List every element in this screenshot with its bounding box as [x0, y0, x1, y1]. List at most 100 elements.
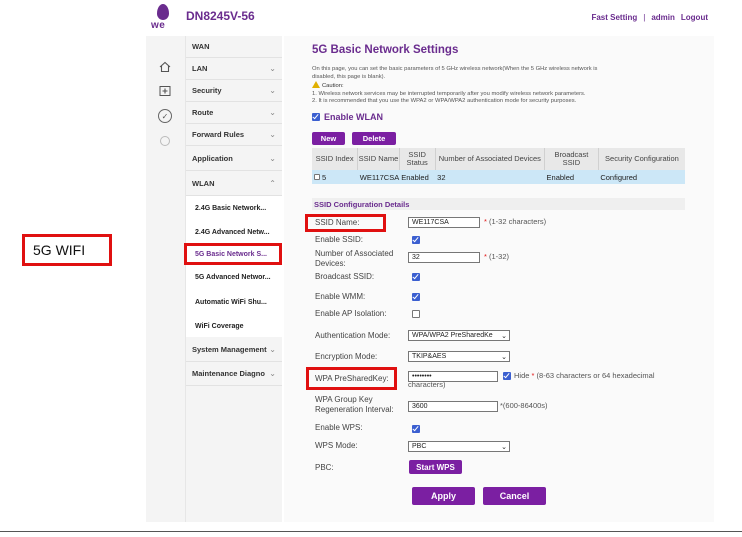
auth-mode-label: Authentication Mode: — [315, 331, 391, 340]
num-devices-hint: * (1-32) — [484, 252, 510, 261]
chevron-down-icon: ⌄ — [269, 345, 276, 354]
logout-link[interactable]: Logout — [681, 13, 708, 22]
psk-hint-cont: characters) — [408, 380, 446, 389]
sidebar-sub-24g-advanced[interactable]: 2.4G Advanced Netw... — [186, 220, 282, 244]
enc-mode-select[interactable]: TKIP&AES ⌄ — [408, 351, 510, 362]
row-radio-icon — [314, 173, 320, 180]
col-ssid-status: SSID Status — [399, 148, 436, 170]
enc-mode-label: Encryption Mode: — [315, 352, 378, 361]
page-description: On this page, you can set the basic para… — [312, 66, 598, 104]
wmm-checkbox[interactable] — [412, 293, 420, 301]
sidebar-item-security[interactable]: Security ⌄ — [186, 80, 282, 102]
enable-ssid-checkbox[interactable] — [412, 236, 420, 244]
sidebar-item-wan[interactable]: WAN — [186, 36, 282, 58]
broadcast-ssid-checkbox[interactable] — [412, 273, 420, 281]
psk-hide-checkbox[interactable] — [503, 372, 511, 380]
warning-icon — [312, 81, 320, 88]
sidebar-item-maintenance[interactable]: Maintenance Diagno ⌄ — [186, 362, 282, 386]
num-devices-label: Number of Associated Devices: — [315, 249, 394, 268]
wmm-label: Enable WMM: — [315, 292, 366, 301]
checkbox-checked-icon[interactable] — [312, 113, 320, 121]
sidebar-sub-24g-basic[interactable]: 2.4G Basic Network... — [186, 196, 282, 220]
sidebar-item-system-management[interactable]: System Management ⌄ — [186, 338, 282, 362]
wps-mode-label: WPS Mode: — [315, 441, 358, 450]
fast-setting-link[interactable]: Fast Setting — [591, 13, 637, 22]
group-key-hint: *(600-86400s) — [500, 401, 548, 410]
cell-broadcast: Enabled — [544, 170, 599, 184]
cell-name: WE117CSA — [357, 170, 400, 184]
nav-separator: | — [643, 13, 646, 22]
cell-status: Enabled — [399, 170, 436, 184]
sidebar-menu: WAN LAN ⌄ Security ⌄ Route ⌄ Forward Rules ⌄… — [184, 36, 282, 522]
broadcast-ssid-label: Broadcast SSID: — [315, 272, 375, 281]
section-title: SSID Configuration Details — [312, 198, 685, 210]
chevron-down-icon: ⌄ — [501, 443, 507, 451]
cancel-button[interactable]: Cancel — [483, 487, 546, 505]
icon-strip: ✓ — [146, 36, 186, 522]
sidebar-sub-5g-basic[interactable]: 5G Basic Network S... — [184, 243, 282, 265]
chevron-down-icon: ⌄ — [269, 108, 276, 117]
apply-button[interactable]: Apply — [412, 487, 475, 505]
group-key-input[interactable]: 3600 — [408, 401, 498, 412]
sidebar-sub-auto-wifi-shutdown[interactable]: Automatic WiFi Shu... — [186, 289, 282, 315]
delete-button[interactable]: Delete — [352, 132, 396, 145]
sidebar-sub-wifi-coverage[interactable]: WiFi Coverage — [186, 315, 282, 337]
ssid-name-label: SSID Name: — [315, 218, 360, 227]
cell-security: Configured — [598, 170, 685, 184]
annotation-label: 5G WIFI — [22, 234, 112, 266]
pbc-label: PBC: — [315, 463, 334, 472]
ssid-name-hint: * (1-32 characters) — [484, 217, 547, 226]
ssid-table: SSID Index SSID Name SSID Status Number … — [312, 148, 685, 184]
brand-logo: we — [150, 4, 176, 32]
col-associated-devices: Number of Associated Devices — [435, 148, 546, 170]
device-model: DN8245V-56 — [186, 9, 255, 23]
cell-index: 5 — [312, 170, 358, 184]
main-content: 5G Basic Network Settings On this page, … — [284, 36, 714, 522]
chevron-down-icon: ⌄ — [269, 86, 276, 95]
chevron-down-icon: ⌄ — [269, 64, 276, 73]
wps-mode-select[interactable]: PBC ⌄ — [408, 441, 510, 452]
chevron-down-icon: ⌄ — [269, 154, 276, 163]
start-wps-button[interactable]: Start WPS — [409, 460, 462, 474]
chevron-down-icon: ⌄ — [501, 353, 507, 361]
sidebar-item-forward-rules[interactable]: Forward Rules ⌄ — [186, 124, 282, 146]
ap-isolation-label: Enable AP Isolation: — [315, 309, 387, 318]
psk-hint: Hide * (8-63 characters or 64 hexadecima… — [514, 371, 655, 380]
chevron-down-icon: ⌄ — [501, 332, 507, 340]
settings-circle-icon[interactable] — [158, 134, 172, 148]
page-title: 5G Basic Network Settings — [312, 44, 459, 56]
screenshot: 5G WIFI we DN8245V-56 Fast Setting | adm… — [0, 0, 742, 537]
check-circle-icon[interactable]: ✓ — [158, 109, 172, 123]
sidebar-item-route[interactable]: Route ⌄ — [186, 102, 282, 124]
sidebar-item-application[interactable]: Application ⌄ — [186, 147, 282, 171]
wps-label: Enable WPS: — [315, 423, 363, 432]
enable-ssid-label: Enable SSID: — [315, 235, 364, 244]
add-icon[interactable] — [158, 84, 172, 98]
wps-checkbox[interactable] — [412, 425, 420, 433]
ap-isolation-checkbox[interactable] — [412, 310, 420, 318]
psk-label: WPA PreSharedKey: — [315, 374, 389, 383]
ssid-name-input[interactable]: WE117CSA — [408, 217, 480, 228]
chevron-down-icon: ⌄ — [269, 130, 276, 139]
col-ssid-name: SSID Name — [357, 148, 400, 170]
user-name[interactable]: admin — [651, 13, 675, 22]
table-row[interactable]: 5 WE117CSA Enabled 32 Enabled Configured — [312, 170, 685, 184]
chevron-up-icon: ⌃ — [269, 178, 276, 188]
group-key-label: WPA Group Key Regeneration Interval: — [315, 395, 394, 414]
top-nav: Fast Setting | admin Logout — [591, 13, 708, 22]
sidebar-sub-5g-advanced[interactable]: 5G Advanced Networ... — [186, 265, 282, 289]
enable-wlan-checkbox[interactable]: Enable WLAN — [312, 112, 383, 122]
col-security-config: Security Configuration — [598, 148, 685, 170]
home-icon[interactable] — [158, 60, 172, 74]
top-header: we DN8245V-56 Fast Setting | admin Logou… — [146, 0, 714, 36]
new-button[interactable]: New — [312, 132, 345, 145]
divider — [0, 531, 742, 532]
col-broadcast-ssid: Broadcast SSID — [544, 148, 599, 170]
cell-devices: 32 — [435, 170, 545, 184]
num-devices-input[interactable]: 32 — [408, 252, 480, 263]
sidebar-item-lan[interactable]: LAN ⌄ — [186, 58, 282, 80]
col-ssid-index: SSID Index — [312, 148, 359, 170]
chevron-down-icon: ⌄ — [269, 369, 276, 378]
auth-mode-select[interactable]: WPA/WPA2 PreSharedKe ⌄ — [408, 330, 510, 341]
sidebar-item-wlan[interactable]: WLAN ⌃ — [186, 171, 282, 196]
